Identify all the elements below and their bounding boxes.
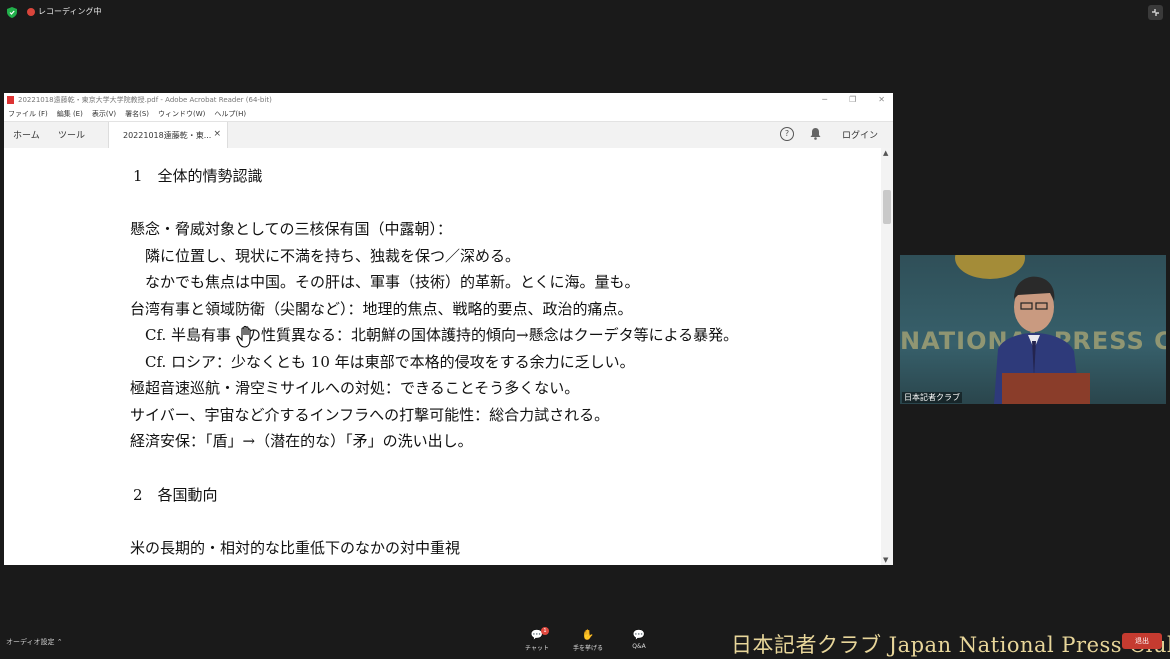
speaker-video[interactable]: NATIONAL PRESS CL 日本記者クラブ bbox=[900, 255, 1166, 404]
tab-document[interactable]: 20221018遠藤乾・東... × bbox=[108, 122, 228, 148]
menu-window[interactable]: ウィンドウ(W) bbox=[158, 109, 205, 119]
pdf-icon bbox=[7, 96, 14, 104]
close-tab-icon[interactable]: × bbox=[213, 129, 221, 139]
doc-line: Cf. 半島有事 の性質異なる：北朝鮮の国体護持的傾向→懸念はクーデタ等による暴… bbox=[145, 326, 739, 344]
close-window-icon[interactable]: ✕ bbox=[878, 95, 885, 104]
collapse-arrows-icon bbox=[1152, 9, 1159, 16]
help-icon[interactable]: ? bbox=[780, 127, 794, 141]
menu-help[interactable]: ヘルプ(H) bbox=[214, 109, 246, 119]
vertical-scrollbar[interactable]: ▲ ▼ bbox=[881, 148, 893, 565]
bell-icon[interactable] bbox=[810, 127, 821, 140]
acrobat-title-bar: 20221018遠藤乾・東京大学大学院教授.pdf - Adobe Acroba… bbox=[4, 93, 893, 107]
broadcaster-watermark: 日本記者クラブ Japan National Press Club bbox=[731, 633, 1170, 657]
restore-icon[interactable]: ❐ bbox=[849, 95, 856, 104]
tab-tools[interactable]: ツール bbox=[58, 128, 85, 141]
window-title: 20221018遠藤乾・東京大学大学院教授.pdf - Adobe Acroba… bbox=[18, 96, 272, 104]
exit-fullscreen-button[interactable] bbox=[1148, 5, 1163, 20]
podium bbox=[1002, 373, 1090, 404]
chat-label: チャット bbox=[525, 645, 549, 652]
doc-line: 経済安保：「盾」→（潜在的な）「矛」の洗い出し。 bbox=[130, 432, 473, 450]
security-shield-icon[interactable] bbox=[7, 7, 17, 18]
doc-line: 極超音速巡航・滑空ミサイルへの対処：できることそう多くない。 bbox=[130, 379, 580, 397]
recording-label: レコーディング中 bbox=[38, 7, 102, 16]
raise-hand-button[interactable]: ✋ 手を挙げる bbox=[568, 630, 608, 652]
leave-button[interactable]: 退出 bbox=[1122, 633, 1162, 649]
minimize-icon[interactable]: ─ bbox=[822, 95, 827, 104]
menu-edit[interactable]: 編集 (E) bbox=[57, 109, 83, 119]
doc-line: 懸念・脅威対象としての三核保有国（中露朝）： bbox=[130, 220, 453, 238]
participant-name-label: 日本記者クラブ bbox=[902, 392, 962, 403]
doc-line: Cf. ロシア：少なくとも 10 年は東部で本格的侵攻をする余力に乏しい。 bbox=[145, 353, 635, 371]
menu-file[interactable]: ファイル (F) bbox=[8, 109, 48, 119]
tab-home[interactable]: ホーム bbox=[13, 128, 40, 141]
qa-label: Q&A bbox=[632, 643, 646, 650]
tab-bar: ホーム ツール 20221018遠藤乾・東... × ? ログイン bbox=[4, 121, 893, 149]
menu-bar: ファイル (F) 編集 (E) 表示(V) 署名(S) ウィンドウ(W) ヘルプ… bbox=[4, 107, 893, 121]
scroll-down-icon[interactable]: ▼ bbox=[883, 556, 888, 564]
menu-view[interactable]: 表示(V) bbox=[92, 109, 116, 119]
doc-line: 米の長期的・相対的な比重低下のなかの対中重視 bbox=[130, 539, 461, 557]
menu-sign[interactable]: 署名(S) bbox=[125, 109, 149, 119]
doc-line: サイバー、宇宙など介するインフラへの打撃可能性：総合力試される。 bbox=[130, 406, 610, 424]
login-button[interactable]: ログイン bbox=[842, 128, 878, 141]
acrobat-window: 20221018遠藤乾・東京大学大学院教授.pdf - Adobe Acroba… bbox=[4, 93, 893, 565]
chat-icon: 💬 bbox=[530, 630, 544, 641]
doc-line: 台湾有事と領域防衛（尖閣など）：地理的焦点、戦略的要点、政治的痛点。 bbox=[130, 300, 633, 318]
section-heading-2: 2 各国動向 bbox=[133, 486, 218, 504]
scroll-thumb[interactable] bbox=[883, 190, 891, 224]
recording-dot-icon bbox=[27, 7, 35, 16]
chat-button[interactable]: 💬 1 チャット bbox=[517, 627, 557, 652]
scroll-up-icon[interactable]: ▲ bbox=[883, 149, 888, 157]
doc-line: なかでも焦点は中国。その肝は、軍事（技術）的革新。とくに海。量も。 bbox=[145, 273, 640, 291]
raise-hand-icon: ✋ bbox=[581, 630, 595, 641]
recording-indicator[interactable]: レコーディング中 bbox=[27, 6, 101, 17]
pdf-document-page: 1 全体的情勢認識 懸念・脅威対象としての三核保有国（中露朝）： 隣に位置し、現… bbox=[4, 148, 881, 565]
audio-settings-label: オーディオ設定 bbox=[6, 638, 55, 646]
doc-line: 隣に位置し、現状に不満を持ち、独裁を保つ／深める。 bbox=[145, 247, 521, 265]
hand-cursor-icon bbox=[236, 325, 251, 348]
raise-hand-label: 手を挙げる bbox=[572, 645, 603, 652]
section-heading-1: 1 全体的情勢認識 bbox=[133, 167, 263, 185]
qa-icon: 💬 bbox=[632, 630, 646, 641]
audio-settings-button[interactable]: オーディオ設定 ⌃ bbox=[6, 637, 63, 647]
chat-badge: 1 bbox=[541, 627, 549, 635]
qa-button[interactable]: 💬 Q&A bbox=[619, 630, 659, 650]
tab-document-label: 20221018遠藤乾・東... bbox=[123, 130, 212, 140]
chevron-up-icon: ⌃ bbox=[56, 638, 63, 646]
